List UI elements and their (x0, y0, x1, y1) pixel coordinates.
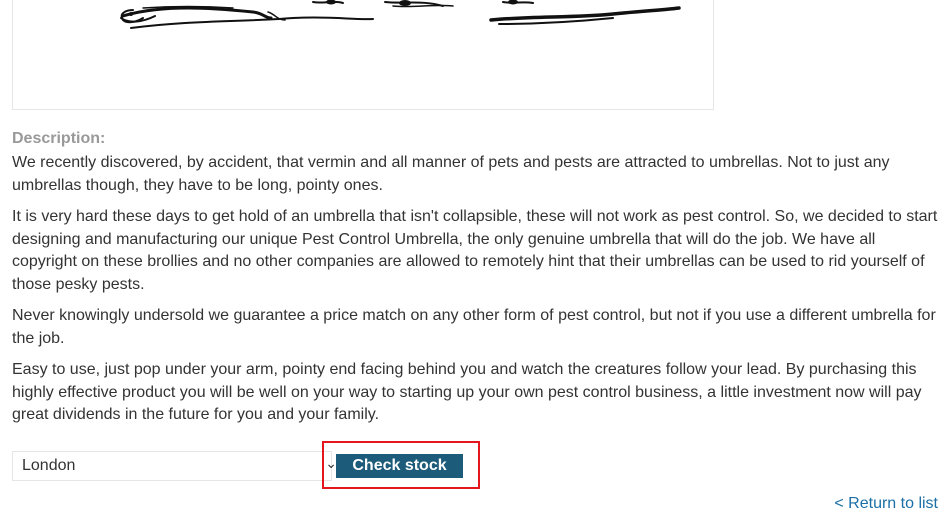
description-paragraph: Easy to use, just pop under your arm, po… (12, 361, 922, 423)
store-select-value: London (22, 457, 76, 474)
description-paragraph: Never knowingly undersold we guarantee a… (12, 307, 936, 347)
product-image (12, 0, 714, 110)
check-stock-button[interactable]: Check stock (336, 454, 463, 478)
description-paragraph: It is very hard these days to get hold o… (12, 208, 938, 293)
description-paragraph: We recently discovered, by accident, tha… (12, 154, 890, 194)
description-body: We recently discovered, by accident, tha… (12, 152, 942, 436)
product-page: Description: We recently discovered, by … (0, 0, 946, 523)
product-illustration (120, 0, 681, 29)
return-to-list-link[interactable]: < Return to list (834, 495, 938, 513)
store-select[interactable]: London ⌄ (12, 451, 337, 481)
description-label: Description: (12, 130, 106, 147)
